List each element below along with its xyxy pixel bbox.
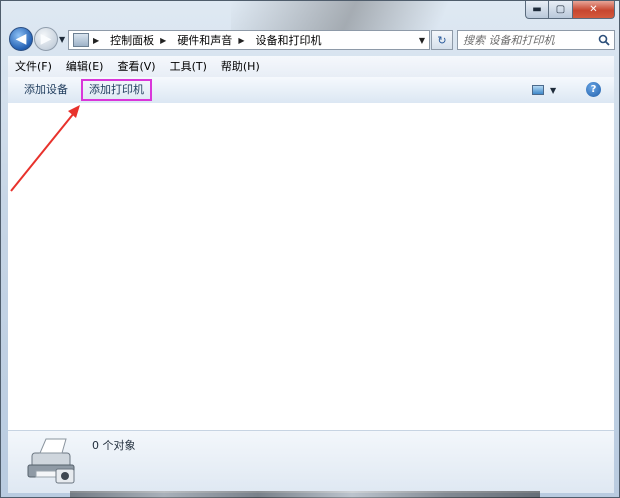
breadcrumb-label: 硬件和声音	[177, 34, 233, 47]
control-panel-icon	[73, 33, 89, 47]
change-view-icon	[532, 85, 544, 95]
details-pane: 0 个对象	[8, 430, 614, 493]
menu-tools[interactable]: 工具(T)	[163, 56, 214, 77]
breadcrumb-label: 控制面板	[110, 34, 155, 47]
forward-arrow-icon: ▶	[40, 31, 52, 47]
forward-button[interactable]: ▶	[34, 27, 58, 51]
breadcrumb-devices-printers[interactable]: 设备和打印机	[255, 32, 321, 48]
desktop-background-strip	[70, 491, 540, 498]
object-count: 0 个对象	[92, 439, 136, 452]
maximize-icon: ▢	[555, 4, 566, 15]
devices-list-area[interactable]	[8, 103, 614, 430]
search-input[interactable]	[463, 33, 591, 47]
menu-help[interactable]: 帮助(H)	[214, 56, 267, 77]
add-device-button[interactable]: 添加设备	[18, 81, 74, 99]
address-dropdown[interactable]: ▼	[415, 36, 429, 45]
back-arrow-icon: ◀	[15, 31, 27, 47]
help-button[interactable]: ?	[586, 82, 601, 97]
address-bar[interactable]: ▶ 控制面板 ▶ 硬件和声音 ▶ 设备和打印机 ▼	[68, 30, 430, 50]
recent-pages-dropdown[interactable]: ▼	[59, 35, 67, 44]
minimize-icon: ▬	[532, 4, 542, 15]
chevron-down-icon[interactable]: ▼	[550, 86, 556, 95]
back-button[interactable]: ◀	[9, 27, 33, 51]
search-box	[457, 30, 615, 50]
menu-file[interactable]: 文件(F)	[8, 56, 59, 77]
breadcrumb-separator[interactable]: ▶	[238, 36, 249, 45]
change-view-button[interactable]: ▼	[532, 83, 562, 97]
annotation-arrow-icon	[10, 105, 80, 192]
refresh-icon: ↻	[437, 33, 447, 47]
menu-bar: 文件(F) 编辑(E) 查看(V) 工具(T) 帮助(H)	[8, 56, 614, 78]
breadcrumb-hardware-sound[interactable]: 硬件和声音	[177, 32, 232, 48]
menu-view[interactable]: 查看(V)	[110, 56, 162, 77]
printer-icon	[27, 438, 75, 484]
refresh-button[interactable]: ↻	[431, 30, 453, 50]
breadcrumb-separator[interactable]: ▶	[160, 36, 171, 45]
explorer-window: ▬ ▢ ✕ ◀ ▶ ▼ ▶ 控制面板 ▶ 硬件和声音 ▶ 设备和打印机 ▼ ↻	[0, 0, 620, 498]
command-bar: 添加设备 添加打印机 ▼ ?	[8, 77, 614, 104]
breadcrumb-control-panel[interactable]: 控制面板	[110, 32, 154, 48]
minimize-button[interactable]: ▬	[525, 1, 549, 19]
navigation-bar: ◀ ▶ ▼ ▶ 控制面板 ▶ 硬件和声音 ▶ 设备和打印机 ▼ ↻	[7, 27, 615, 53]
caption-buttons: ▬ ▢ ✕	[525, 1, 615, 19]
help-icon: ?	[590, 84, 597, 95]
close-button[interactable]: ✕	[573, 1, 615, 19]
add-printer-button[interactable]: 添加打印机	[81, 79, 152, 101]
maximize-button[interactable]: ▢	[549, 1, 573, 19]
search-icon[interactable]	[598, 34, 610, 46]
menu-edit[interactable]: 编辑(E)	[59, 56, 111, 77]
breadcrumb-label: 设备和打印机	[255, 34, 322, 47]
breadcrumb-separator[interactable]: ▶	[93, 36, 104, 45]
close-icon: ✕	[589, 4, 598, 15]
